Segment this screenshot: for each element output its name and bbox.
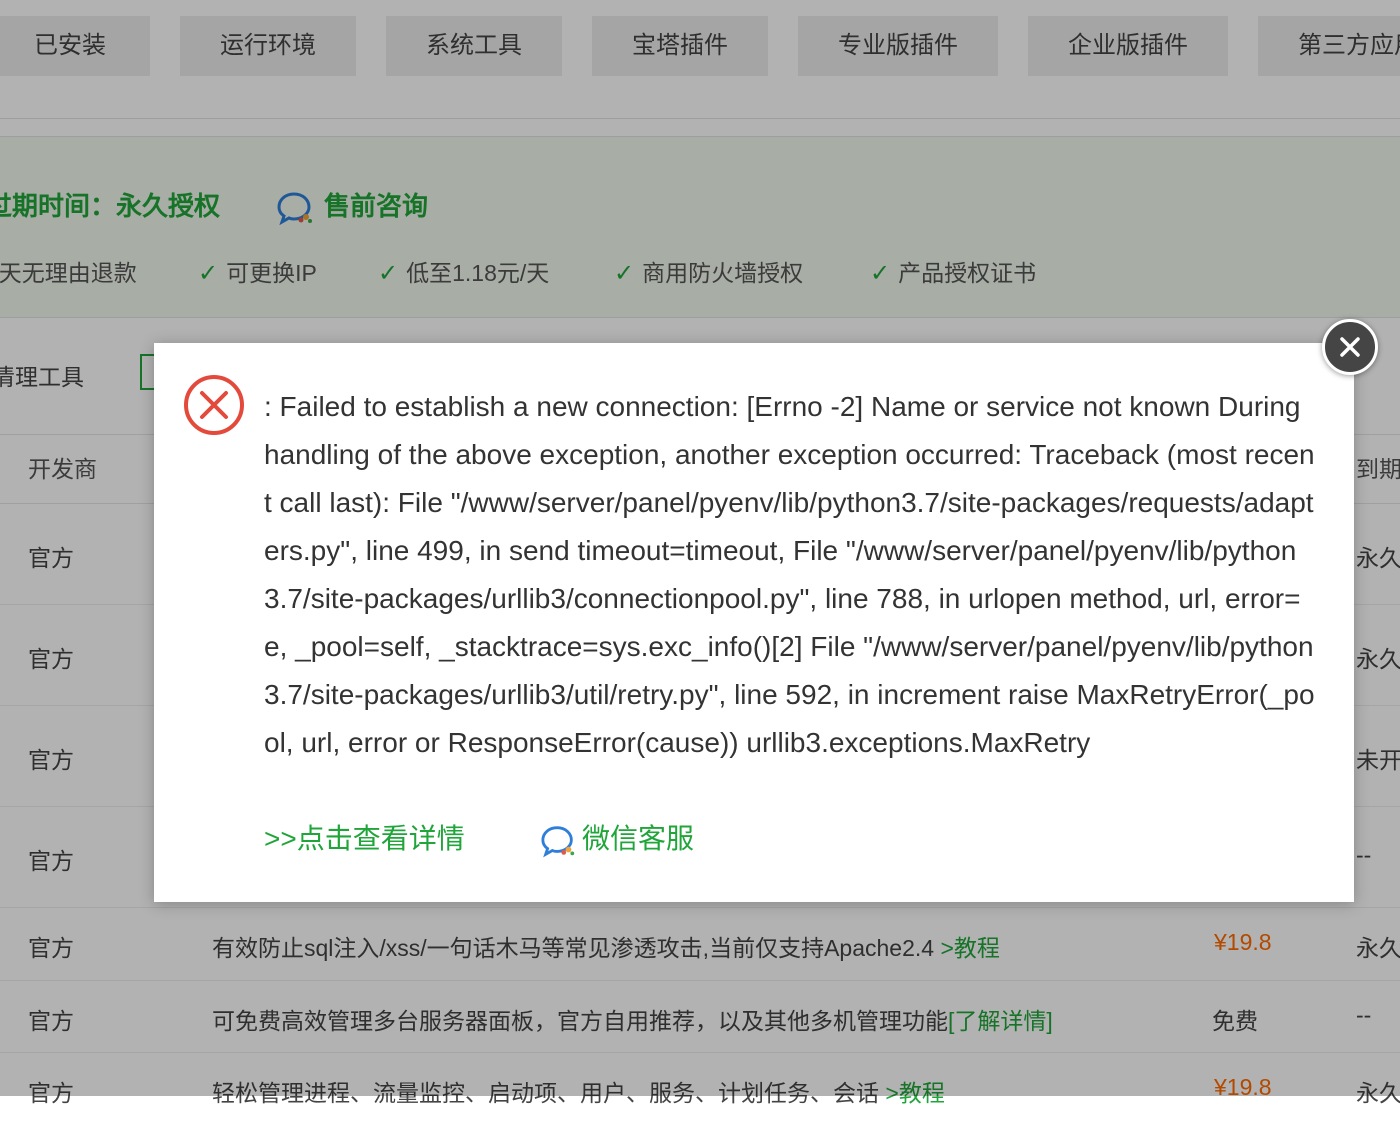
wechat-support-link[interactable]: 微信客服 bbox=[540, 817, 694, 858]
dialog-links: >>点击查看详情 微信客服 bbox=[264, 817, 694, 857]
error-message: : Failed to establish a new connection: … bbox=[264, 391, 1315, 758]
chat-bubble-icon bbox=[540, 824, 578, 858]
wechat-label: 微信客服 bbox=[582, 823, 695, 854]
dialog-close-button[interactable] bbox=[1322, 319, 1378, 375]
error-icon bbox=[182, 373, 246, 437]
plugin-store-page: 已安装 运行环境 系统工具 宝塔插件 专业版插件 企业版插件 第三方应用 过期时… bbox=[0, 0, 1400, 1106]
view-details-link[interactable]: >>点击查看详情 bbox=[264, 823, 465, 854]
close-icon bbox=[1340, 337, 1360, 357]
error-dialog: : Failed to establish a new connection: … bbox=[154, 343, 1354, 902]
